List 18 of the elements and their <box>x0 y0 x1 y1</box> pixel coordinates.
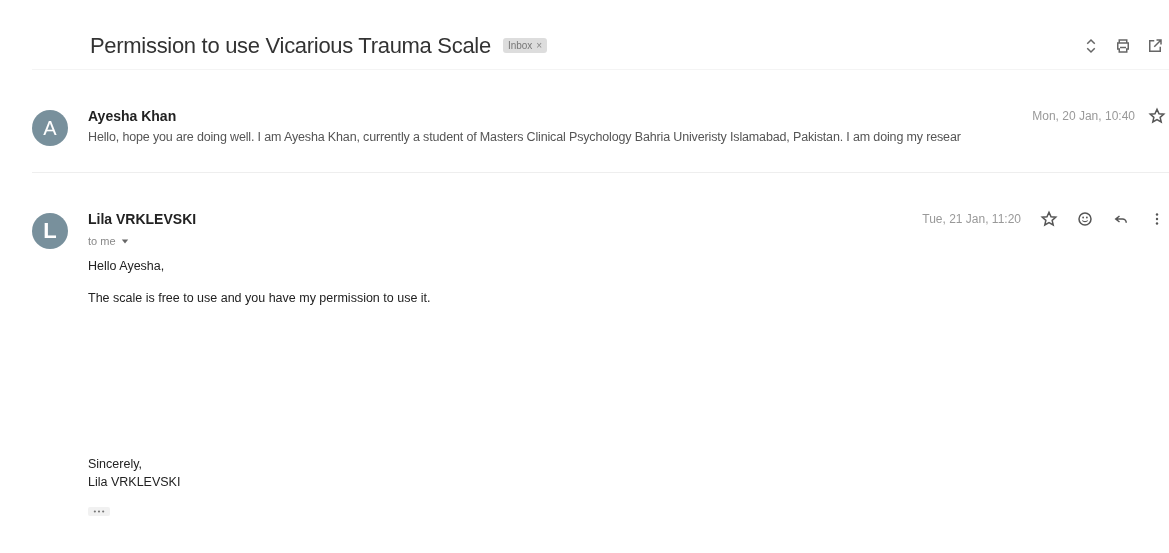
signature-text: Sincerely, <box>88 456 143 473</box>
body-text: The scale is free to use and you have my permission to use it. <box>88 291 432 305</box>
inbox-label[interactable]: Inbox × <box>502 38 548 53</box>
message-date: Mon, 20 Jan, 10:40 <box>1032 109 1135 123</box>
avatar: L <box>32 213 68 249</box>
recipient-dropdown[interactable]: to me <box>88 235 129 247</box>
body-text: Hello Ayesha, <box>88 259 166 273</box>
message-date: Tue, 21 Jan, 11:20 <box>922 212 1021 226</box>
signature-text: Lila VRKLEVSKI <box>88 474 182 491</box>
sender-name: Lila VRKLEVSKI <box>88 211 197 227</box>
show-trimmed-button[interactable] <box>88 507 110 516</box>
sender-name: Ayesha Khan <box>88 108 177 124</box>
ellipsis-icon <box>92 509 106 514</box>
email-subject: Permission to use Vicarious Trauma Scale <box>90 32 491 59</box>
remove-label-button[interactable]: × <box>536 40 543 51</box>
avatar: A <box>32 110 68 146</box>
message-snippet: Hello, hope you are doing well. I am Ayesha Khan, currently a student of Masters Clinical Psychology Bahria Univeristy Islamabad, Pakistan. I am doing my resear <box>88 130 962 144</box>
caret-icon <box>120 237 129 245</box>
